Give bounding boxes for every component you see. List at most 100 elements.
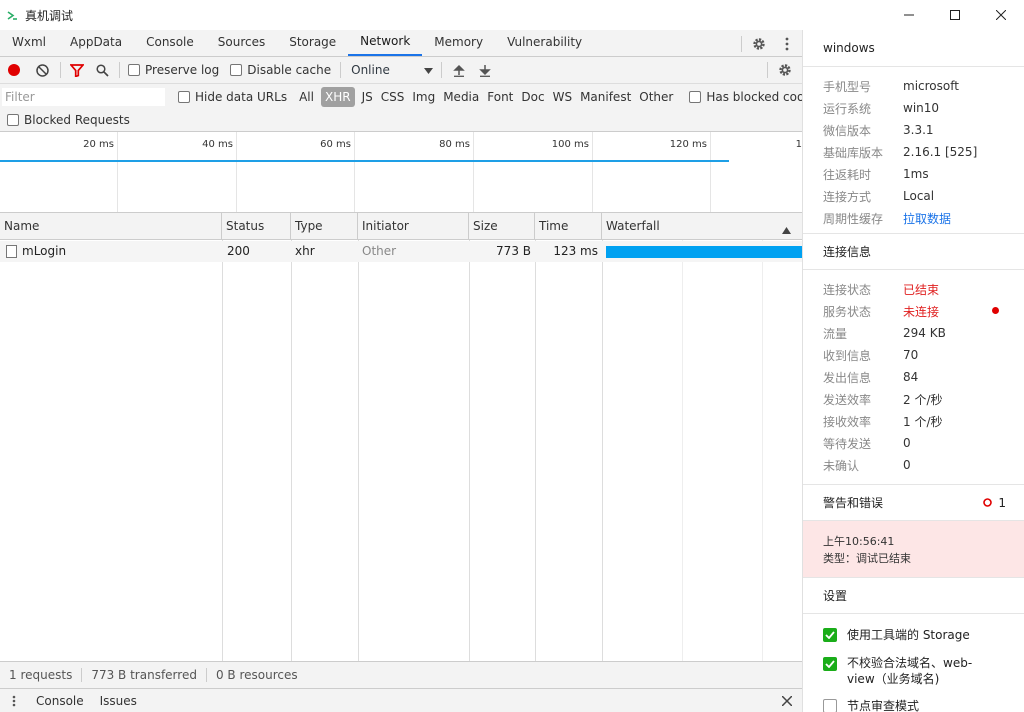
connection-status-value: 已结束 (903, 282, 940, 297)
type-filter-js[interactable]: JS (358, 87, 377, 107)
info-key: 连接方式 (823, 189, 872, 204)
overview-request-bar (0, 160, 729, 162)
tab-storage[interactable]: Storage (277, 30, 348, 56)
blocked-requests-checkbox[interactable]: Blocked Requests (7, 113, 130, 127)
checkbox-checked-icon[interactable] (823, 657, 837, 671)
info-key: 连接状态 (823, 282, 872, 297)
drawer-tab-issues[interactable]: Issues (92, 694, 145, 708)
tab-vulnerability[interactable]: Vulnerability (495, 30, 594, 56)
column-header-type[interactable]: Type (291, 213, 358, 240)
hide-data-urls-checkbox[interactable]: Hide data URLs (178, 90, 287, 104)
settings-gear-icon[interactable] (746, 30, 772, 57)
drawer-tab-console[interactable]: Console (28, 694, 92, 708)
info-row: 服务状态 未连接 (803, 300, 1024, 322)
throttle-select[interactable]: Online (351, 63, 434, 77)
request-name[interactable]: mLogin (18, 241, 66, 262)
type-filter-img[interactable]: Img (408, 87, 439, 107)
drawer-close-icon[interactable] (772, 695, 802, 706)
request-status: 200 (227, 244, 250, 258)
info-row: 发送效率 2 个/秒 (803, 388, 1024, 410)
column-header-initiator[interactable]: Initiator (358, 213, 469, 240)
minimize-button[interactable] (886, 0, 932, 30)
tab-sources[interactable]: Sources (206, 30, 277, 56)
error-count: 1 (998, 496, 1006, 510)
info-key: 发出信息 (823, 370, 872, 385)
tab-memory[interactable]: Memory (422, 30, 495, 56)
type-filter-doc[interactable]: Doc (517, 87, 548, 107)
request-time: 123 ms (553, 244, 598, 258)
column-header-name[interactable]: Name (0, 213, 222, 240)
window-title: 真机调试 (25, 8, 74, 23)
clear-icon[interactable] (28, 57, 56, 84)
checkbox-box[interactable] (689, 91, 702, 103)
info-row: 往返耗时 1ms (803, 163, 1024, 185)
column-header-waterfall[interactable]: Waterfall (602, 213, 802, 240)
info-value: 84 (903, 370, 919, 384)
checkbox-box[interactable] (178, 91, 190, 103)
type-filter-css[interactable]: CSS (377, 87, 409, 107)
column-header-status[interactable]: Status (222, 213, 291, 240)
export-har-download-icon[interactable] (472, 57, 498, 84)
preserve-log-checkbox[interactable]: Preserve log (128, 63, 219, 77)
type-filter-ws[interactable]: WS (549, 87, 576, 107)
info-key: 发送效率 (823, 392, 872, 407)
fetch-data-link[interactable]: 拉取数据 (903, 210, 951, 227)
column-header-size[interactable]: Size (469, 213, 535, 240)
info-row: 基础库版本 2.16.1 [525] (803, 141, 1024, 163)
checkbox-box[interactable] (230, 64, 243, 76)
drawer-tabbar: Console Issues (0, 688, 802, 712)
tab-appdata[interactable]: AppData (58, 30, 134, 56)
tab-console[interactable]: Console (134, 30, 206, 56)
resources-size: 0 B resources (215, 668, 298, 682)
checkbox-checked-icon[interactable] (823, 628, 837, 642)
tab-wxml[interactable]: Wxml (0, 30, 58, 56)
device-info-panel: windows 手机型号 microsoft 运行系统 win10 微信版本 3.3.… (802, 30, 1024, 712)
table-row[interactable]: mLogin 200 xhr Other 773 B 123 ms (0, 241, 802, 262)
divider (119, 62, 120, 78)
has-blocked-cookies-checkbox[interactable]: Has blocked cookies (689, 90, 802, 104)
tab-network[interactable]: Network (348, 30, 423, 56)
checkbox-box[interactable] (128, 64, 140, 76)
checkbox-box[interactable] (823, 699, 837, 712)
close-button[interactable] (978, 0, 1024, 30)
type-filter-media[interactable]: Media (439, 87, 483, 107)
type-filter-other[interactable]: Other (635, 87, 677, 107)
setting-storage[interactable]: 使用工具端的 Storage (803, 626, 1024, 643)
maximize-button[interactable] (932, 0, 978, 30)
divider (60, 62, 61, 78)
network-settings-gear-icon[interactable] (772, 57, 798, 84)
disable-cache-label: Disable cache (247, 63, 332, 77)
document-file-icon (6, 245, 17, 258)
checkbox-box[interactable] (7, 114, 19, 126)
preserve-log-label: Preserve log (145, 63, 220, 77)
more-vertical-icon[interactable] (772, 30, 802, 57)
timeline-overview[interactable]: 20 ms 40 ms 60 ms 80 ms 100 ms 120 ms 1 (0, 132, 802, 213)
setting-node-inspect[interactable]: 节点审查模式 (803, 697, 1024, 712)
error-counter: 1 (983, 485, 1006, 522)
waterfall-bar (606, 246, 802, 258)
type-filter-font[interactable]: Font (483, 87, 517, 107)
info-key: 收到信息 (823, 348, 872, 363)
waterfall-gridline (762, 240, 763, 661)
column-header-time[interactable]: Time (535, 213, 602, 240)
search-icon[interactable] (89, 57, 115, 84)
tick-label: 60 ms (320, 139, 351, 150)
warnings-section-header[interactable]: 警告和错误 1 (803, 484, 1024, 521)
type-filter-manifest[interactable]: Manifest (576, 87, 635, 107)
disable-cache-checkbox[interactable]: Disable cache (230, 63, 331, 77)
import-har-upload-icon[interactable] (446, 57, 472, 84)
setting-domain-check[interactable]: 不校验合法域名、web-view（业务域名) (803, 655, 1024, 687)
request-type: xhr (295, 244, 315, 258)
type-filter-xhr[interactable]: XHR (320, 87, 355, 107)
drawer-menu-icon[interactable] (0, 695, 28, 707)
device-title: windows (803, 30, 1024, 67)
title-bar: 真机调试 (0, 0, 1024, 30)
filter-input[interactable] (2, 88, 165, 106)
filter-funnel-icon[interactable] (65, 57, 89, 84)
info-value: 2.16.1 [525] (903, 145, 978, 159)
info-value: Local (903, 189, 935, 203)
sort-ascending-icon[interactable] (782, 223, 791, 237)
record-button[interactable] (0, 57, 28, 84)
type-filter-all[interactable]: All (295, 87, 318, 107)
info-value: 294 KB (903, 326, 946, 340)
